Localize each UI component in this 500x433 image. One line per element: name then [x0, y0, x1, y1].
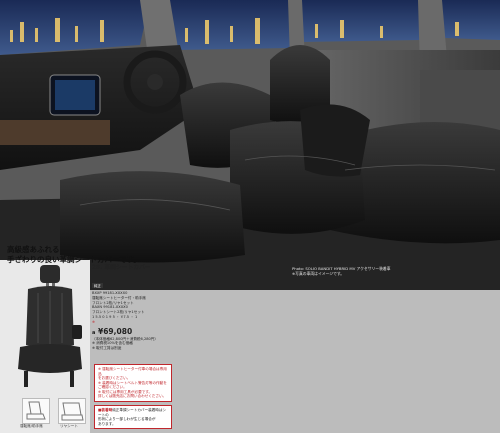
spec-line-red-mark: ※: [92, 319, 96, 324]
notice-tag: ■装着時: [98, 408, 113, 412]
catalog-page: 高級感あふれる 手ざわりの良い革調シートカバーです。 Photo: SOLIO …: [0, 0, 500, 433]
price: a ¥69,080: [92, 327, 184, 336]
price-value: ¥69,080: [98, 326, 133, 336]
product-spec: 28. 革調シートカバー 純正 BXXP 99181-XXXX0 運転席シートヒ…: [92, 262, 184, 351]
footnote: ※ 取付工賃は別途: [92, 346, 122, 351]
seat-cover-product-image: [18, 265, 82, 387]
notice-line: 詳しくは販売店にお問い合わせください。: [98, 394, 167, 398]
product-title: 28. 革調シートカバー: [92, 262, 184, 271]
headline-line-1: 高級感あふれる: [7, 245, 60, 254]
genuine-badge: 純正: [92, 283, 103, 288]
product-number: 28.: [92, 265, 103, 271]
notice-box-bottom: ■装着時純正革調シートカバー装着時はシートの 形状により一部しわが生じる場合が …: [94, 405, 172, 429]
thumb-caption-rear: リヤシート: [60, 424, 78, 428]
product-name: 革調シートカバー: [104, 265, 151, 271]
seat-outline-icon: [61, 402, 84, 421]
notice-box-red: ※ 運転席シートヒーター付車の場合は専用品 をお選びください。 ※ 装着時はシー…: [94, 364, 172, 402]
seat-outline-icon: [26, 401, 46, 420]
thumbnail-rear-seat: [58, 398, 86, 424]
page-background-area: [180, 290, 500, 433]
photo-credit-line-2: ※写真の車両はイメージです。: [292, 271, 345, 276]
notice-line: ※ 運転席シートヒーター付車の場合は専用品: [98, 367, 167, 376]
thumbnail-front-seat: [22, 398, 50, 424]
thumb-caption-front: 運転席/助手席: [20, 424, 43, 428]
photo-credit: Photo: SOLIO BANDIT HYBRID MV アクセサリー装着車 …: [292, 266, 462, 276]
price-prefix: a: [92, 329, 96, 336]
notice-line: あります。: [98, 421, 116, 426]
